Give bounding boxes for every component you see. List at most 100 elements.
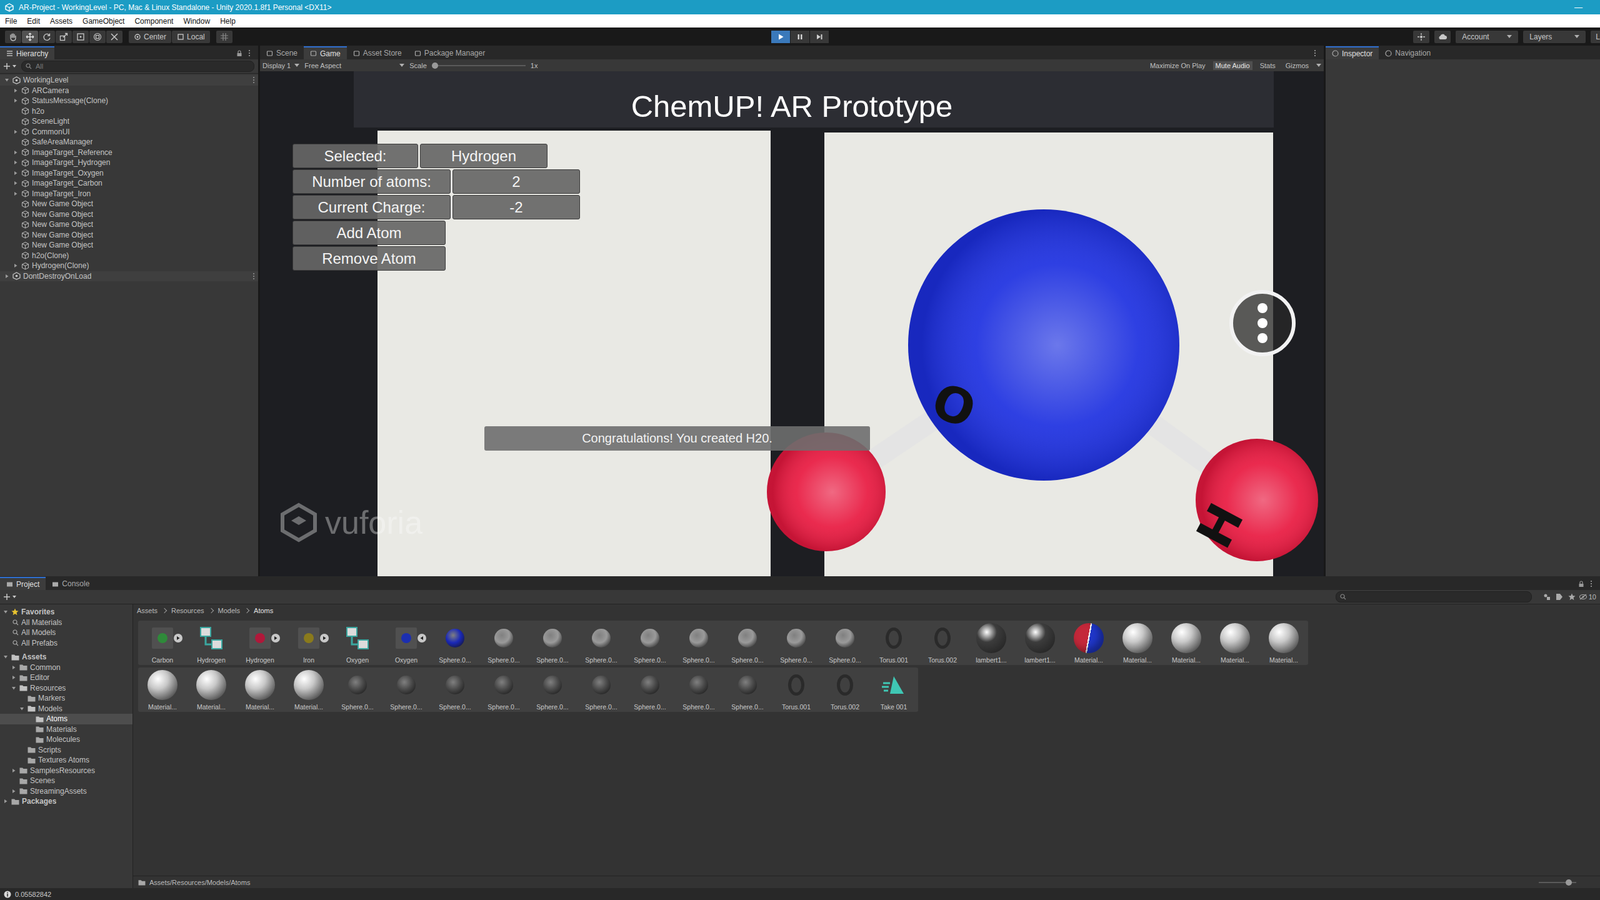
expand-arrow-icon[interactable]: [13, 129, 19, 135]
favorite-search[interactable]: All Models: [0, 627, 133, 639]
favorites-item[interactable]: Favorites: [0, 606, 133, 618]
hierarchy-item[interactable]: New Game Object: [0, 219, 259, 230]
game-toggle[interactable]: Mute Audio: [1213, 61, 1253, 70]
asset-item[interactable]: Oxygen: [381, 621, 431, 664]
folder-item[interactable]: Resources: [0, 683, 133, 694]
slider-thumb[interactable]: [1565, 879, 1572, 886]
breadcrumb-item[interactable]: Models: [218, 606, 240, 615]
asset-item[interactable]: Sphere.0...: [625, 621, 675, 664]
panel-menu-button[interactable]: [244, 46, 255, 60]
expand-arrow-icon[interactable]: [3, 654, 9, 660]
expand-arrow-icon[interactable]: [4, 273, 10, 279]
folder-item[interactable]: SamplesResources: [0, 765, 133, 777]
asset-item[interactable]: Sphere.0...: [674, 621, 724, 664]
asset-item[interactable]: Sphere.0...: [576, 668, 626, 711]
expand-arrow-icon[interactable]: [13, 180, 19, 186]
menu-item[interactable]: Help: [220, 16, 236, 26]
menu-item[interactable]: Assets: [50, 16, 73, 26]
asset-item[interactable]: Sphere.0...: [528, 621, 577, 664]
asset-item[interactable]: Sphere.0...: [723, 621, 772, 664]
filter-type-button[interactable]: [1541, 590, 1552, 604]
favorite-search[interactable]: All Prefabs: [0, 638, 133, 649]
rect-tool-button[interactable]: [72, 30, 89, 44]
hierarchy-item[interactable]: ImageTarget_Carbon: [0, 178, 259, 189]
asset-item[interactable]: Hydrogen: [186, 621, 236, 664]
asset-item[interactable]: Material...: [235, 668, 285, 711]
asset-item[interactable]: Sphere.0...: [723, 668, 772, 711]
asset-item[interactable]: Sphere.0...: [820, 621, 870, 664]
asset-item[interactable]: Sphere.0...: [625, 668, 675, 711]
asset-item[interactable]: lambert1...: [1015, 621, 1065, 664]
scale-tool-button[interactable]: [55, 30, 72, 44]
asset-item[interactable]: Sphere.0...: [430, 621, 480, 664]
hierarchy-item[interactable]: New Game Object: [0, 198, 259, 210]
atom-button[interactable]: Remove Atom: [292, 246, 446, 271]
game-toggle[interactable]: Stats: [1257, 61, 1279, 70]
view-tab[interactable]: Game: [303, 46, 347, 60]
filter-label-button[interactable]: [1554, 590, 1565, 604]
game-toggle[interactable]: Gizmos: [1283, 61, 1312, 70]
hierarchy-item[interactable]: h2o(Clone): [0, 250, 259, 262]
expand-arrow-icon[interactable]: [11, 768, 17, 774]
asset-item[interactable]: Sphere.0...: [479, 621, 529, 664]
asset-item[interactable]: Sphere.0...: [576, 621, 626, 664]
inspector-tab[interactable]: Inspector: [1325, 46, 1379, 60]
hierarchy-item[interactable]: New Game Object: [0, 209, 259, 220]
game-toggle[interactable]: Maximize On Play: [1147, 61, 1209, 70]
asset-item[interactable]: Carbon: [138, 621, 187, 664]
display-dropdown[interactable]: Display 1: [262, 61, 300, 70]
expand-arrow-icon[interactable]: [4, 77, 10, 83]
expand-arrow-icon[interactable]: [3, 609, 9, 615]
lock-button[interactable]: [1576, 577, 1587, 590]
asset-item[interactable]: Material...: [1113, 621, 1162, 664]
folder-item[interactable]: Atoms: [0, 713, 133, 725]
expand-button[interactable]: [173, 633, 183, 643]
asset-item[interactable]: Sphere.0...: [381, 668, 431, 711]
folder-item[interactable]: Molecules: [0, 734, 133, 745]
folder-item[interactable]: Common: [0, 662, 133, 674]
minimize-button[interactable]: —: [1561, 2, 1595, 12]
collab-button[interactable]: [1413, 30, 1430, 44]
asset-item[interactable]: lambert1...: [966, 621, 1016, 664]
folder-item[interactable]: Markers: [0, 693, 133, 704]
expand-arrow-icon[interactable]: [11, 788, 17, 794]
pause-button[interactable]: [790, 30, 810, 44]
asset-item[interactable]: Material...: [284, 668, 334, 711]
breadcrumb-item[interactable]: Assets: [136, 606, 158, 615]
project-search[interactable]: [1335, 591, 1532, 603]
hierarchy-item[interactable]: WorkingLevel: [0, 75, 259, 86]
menu-item[interactable]: Edit: [26, 16, 40, 26]
hierarchy-search[interactable]: All: [21, 60, 255, 72]
inspector-tab[interactable]: Navigation: [1378, 46, 1437, 60]
menu-item[interactable]: File: [5, 16, 17, 26]
hierarchy-item[interactable]: ImageTarget_Iron: [0, 188, 259, 200]
create-button[interactable]: [3, 593, 18, 601]
hand-tool-button[interactable]: [5, 30, 22, 44]
expand-arrow-icon[interactable]: [11, 675, 17, 680]
hierarchy-item[interactable]: ImageTarget_Hydrogen: [0, 157, 259, 169]
view-tab[interactable]: Scene: [260, 46, 304, 60]
asset-item[interactable]: Oxygen: [333, 621, 382, 664]
rotate-tool-button[interactable]: [38, 30, 55, 44]
folder-item[interactable]: Materials: [0, 724, 133, 735]
asset-item[interactable]: Material...: [138, 668, 187, 711]
project-tab[interactable]: Console: [45, 577, 96, 590]
transform-tool-button[interactable]: [89, 30, 106, 44]
lock-button[interactable]: [234, 46, 245, 60]
hierarchy-item[interactable]: Hydrogen(Clone): [0, 260, 259, 272]
hierarchy-item[interactable]: CommonUI: [0, 126, 259, 138]
pivot-button[interactable]: Center: [128, 30, 172, 44]
hierarchy-item[interactable]: SceneLight: [0, 116, 259, 127]
expand-arrow-icon[interactable]: [11, 665, 17, 670]
view-tab[interactable]: Package Manager: [408, 46, 492, 60]
expand-arrow-icon[interactable]: [19, 706, 25, 712]
menu-item[interactable]: Component: [134, 16, 174, 26]
panel-menu-button[interactable]: [1310, 46, 1320, 60]
create-button[interactable]: [3, 62, 18, 70]
hierarchy-item[interactable]: ImageTarget_Oxygen: [0, 168, 259, 179]
slider-thumb[interactable]: [431, 62, 439, 69]
folder-item[interactable]: Scenes: [0, 775, 133, 787]
hierarchy-item[interactable]: StatusMessage(Clone): [0, 95, 259, 107]
project-tab[interactable]: Project: [0, 576, 46, 590]
play-button[interactable]: [771, 30, 790, 44]
